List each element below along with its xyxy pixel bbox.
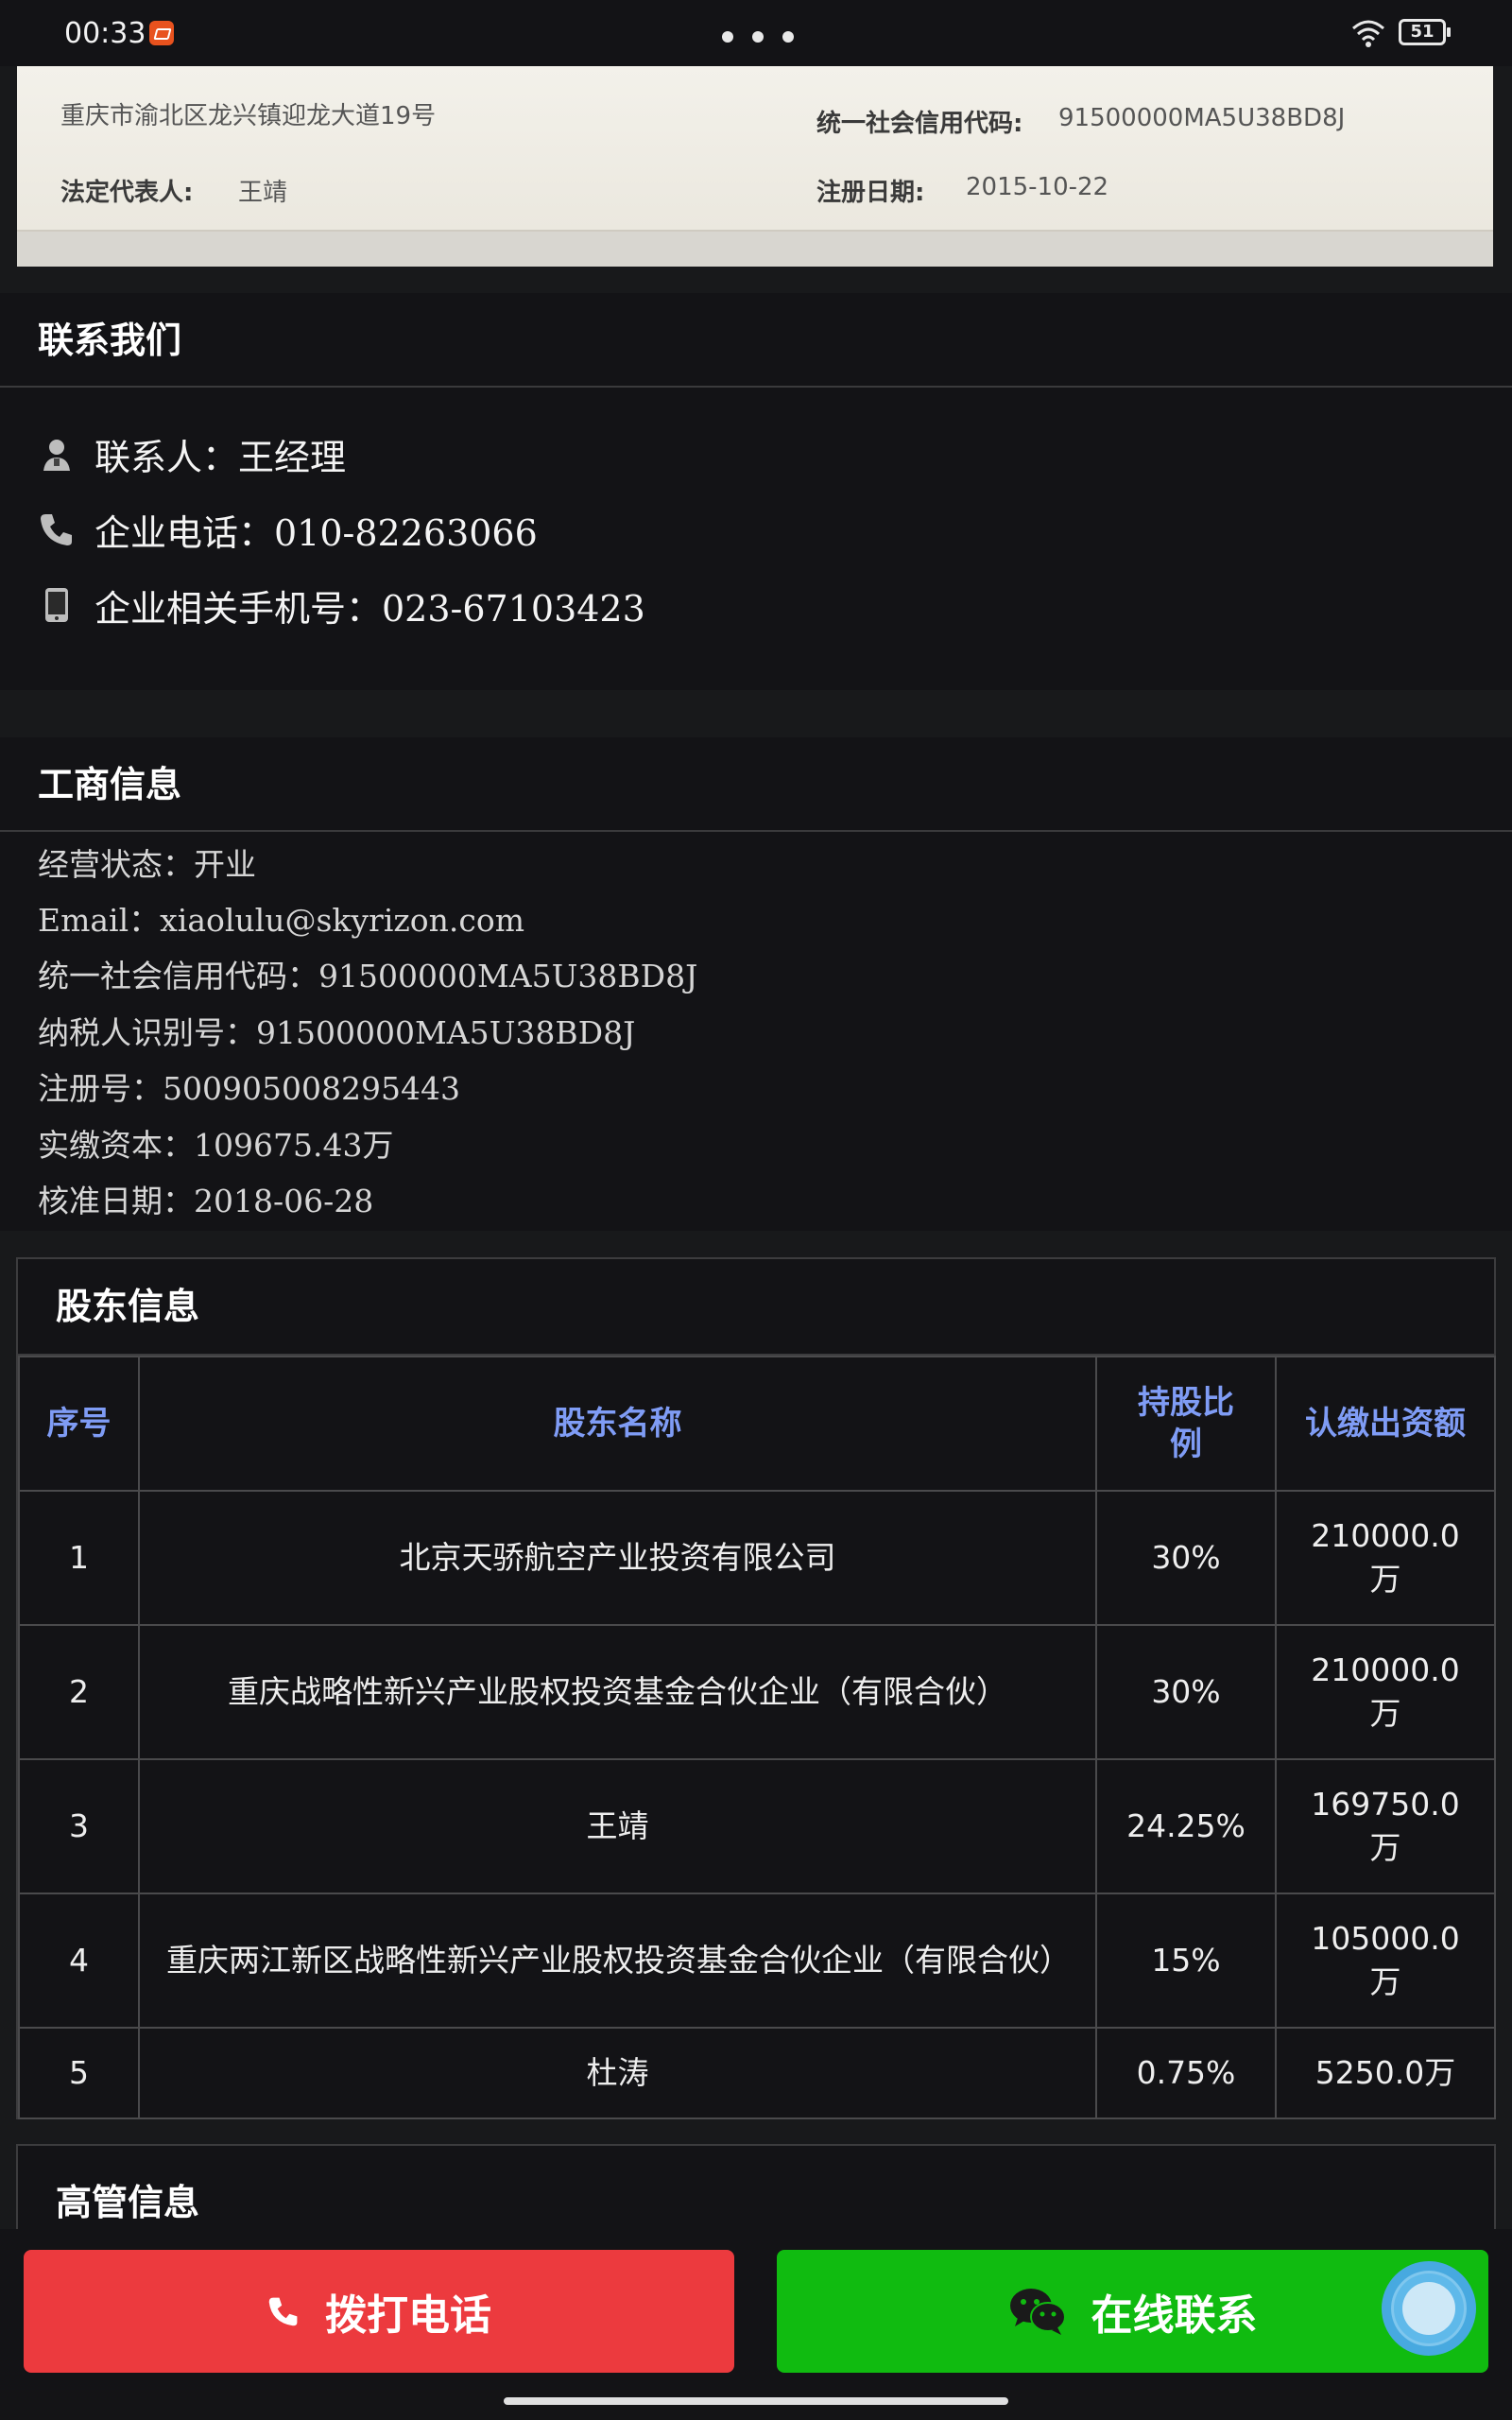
mobile-phone-icon: [45, 588, 68, 622]
info-status: 经营状态：开业: [38, 846, 256, 883]
cell-no: 2: [18, 1624, 140, 1760]
status-bar: 00:33 51: [0, 0, 1512, 66]
status-time: 00:33: [64, 17, 146, 50]
license-credit-value: 91500000MA5U38BD8J: [1058, 104, 1346, 132]
floating-assistant-button[interactable]: [1382, 2261, 1476, 2356]
table-row: 5 杜涛 0.75% 5250.0万: [18, 2027, 1496, 2119]
license-reg-date-value: 2015-10-22: [966, 173, 1109, 201]
app-notification-icon: [149, 21, 174, 45]
call-button[interactable]: 拨打电话: [24, 2250, 734, 2373]
table-row: 3 王靖 24.25% 169750.0万: [18, 1758, 1496, 1894]
wechat-icon: [1009, 2289, 1066, 2335]
table-header-row: 序号 股东名称 持股比例 认缴出资额: [18, 1356, 1496, 1492]
cell-ratio: 30%: [1095, 1490, 1277, 1626]
info-approval-date: 核准日期：2018-06-28: [38, 1183, 374, 1219]
table-row: 1 北京天骄航空产业投资有限公司 30% 210000.0万: [18, 1490, 1496, 1626]
contact-mobile-row[interactable]: 企业相关手机号：023-67103423: [38, 577, 645, 633]
cell-amount: 5250.0万: [1275, 2027, 1496, 2119]
info-reg-no: 注册号：500905008295443: [38, 1070, 460, 1107]
cell-amount: 210000.0万: [1275, 1490, 1496, 1626]
business-license-image: 重庆市渝北区龙兴镇迎龙大道19号 统一社会信用代码: 91500000MA5U3…: [17, 66, 1493, 267]
shareholder-table: 序号 股东名称 持股比例 认缴出资额 1 北京天骄航空产业投资有限公司 30% …: [18, 1356, 1496, 2119]
info-tax-id: 纳税人识别号：91500000MA5U38BD8J: [38, 1014, 636, 1051]
cell-ratio: 30%: [1095, 1624, 1277, 1760]
wifi-icon: [1352, 20, 1384, 47]
cell-ratio: 24.25%: [1095, 1758, 1277, 1894]
business-info-title: 工商信息: [38, 764, 182, 805]
business-info-section: 工商信息 经营状态：开业 Email：xiaolulu@skyrizon.com…: [0, 737, 1512, 1231]
contact-phone[interactable]: 企业电话：010-82263066: [94, 504, 538, 556]
license-legal-rep-value: 王靖: [238, 179, 288, 207]
contact-phone-row[interactable]: 企业电话：010-82263066: [38, 501, 538, 558]
contact-person: 联系人：王经理: [94, 436, 347, 478]
license-address: 重庆市渝北区龙兴镇迎龙大道19号: [60, 102, 437, 130]
phone-icon: [41, 514, 72, 545]
cell-amount: 105000.0万: [1275, 1893, 1496, 2029]
person-icon: [43, 440, 70, 471]
call-button-label: 拨打电话: [325, 2291, 491, 2340]
cell-no: 5: [18, 2027, 140, 2119]
shareholder-title: 股东信息: [56, 1286, 200, 1327]
cell-ratio: 0.75%: [1095, 2027, 1277, 2119]
info-paid-capital: 实缴资本：109675.43万: [38, 1127, 394, 1164]
shareholder-card: 股东信息 序号 股东名称 持股比例 认缴出资额 1 北京天骄航空产业投资有限公司…: [16, 1257, 1496, 2119]
col-header-name: 股东名称: [138, 1356, 1097, 1492]
phone-icon: [268, 2297, 298, 2326]
cell-name: 重庆两江新区战略性新兴产业股权投资基金合伙企业（有限合伙）: [138, 1893, 1097, 2029]
battery-icon: 51: [1399, 19, 1451, 45]
contact-title: 联系我们: [38, 320, 182, 361]
license-legal-rep-label: 法定代表人:: [60, 179, 194, 207]
contact-section: 联系我们 联系人：王经理 企业电话：010-82263066 企业相关手机号：0…: [0, 293, 1512, 690]
col-header-ratio: 持股比例: [1095, 1356, 1277, 1492]
more-dots-icon[interactable]: [722, 28, 813, 46]
cell-no: 1: [18, 1490, 140, 1626]
contact-person-row: 联系人：王经理: [38, 425, 346, 482]
cell-no: 4: [18, 1893, 140, 2029]
cell-no: 3: [18, 1758, 140, 1894]
cell-amount: 210000.0万: [1275, 1624, 1496, 1760]
license-reg-date-label: 注册日期:: [816, 179, 925, 207]
info-email: Email：xiaolulu@skyrizon.com: [38, 902, 525, 939]
license-paper: 重庆市渝北区龙兴镇迎龙大道19号 统一社会信用代码: 91500000MA5U3…: [17, 66, 1493, 232]
table-row: 2 重庆战略性新兴产业股权投资基金合伙企业（有限合伙） 30% 210000.0…: [18, 1624, 1496, 1760]
cell-name: 王靖: [138, 1758, 1097, 1894]
cell-name: 杜涛: [138, 2027, 1097, 2119]
home-indicator[interactable]: [504, 2397, 1008, 2405]
online-contact-label: 在线联系: [1091, 2291, 1258, 2340]
contact-mobile[interactable]: 企业相关手机号：023-67103423: [94, 579, 645, 631]
col-header-no: 序号: [18, 1356, 140, 1492]
cell-name: 北京天骄航空产业投资有限公司: [138, 1490, 1097, 1626]
page: 00:33 51 重庆市渝北区龙兴镇迎龙大道19号 统一社会信用代码: 9150…: [0, 0, 1512, 2420]
cell-name: 重庆战略性新兴产业股权投资基金合伙企业（有限合伙）: [138, 1624, 1097, 1760]
table-row: 4 重庆两江新区战略性新兴产业股权投资基金合伙企业（有限合伙） 15% 1050…: [18, 1893, 1496, 2029]
info-credit-code: 统一社会信用代码：91500000MA5U38BD8J: [38, 958, 698, 994]
cell-ratio: 15%: [1095, 1893, 1277, 2029]
bottom-action-bar: 拨打电话 在线联系: [0, 2229, 1512, 2390]
license-credit-label: 统一社会信用代码:: [816, 110, 1023, 138]
cell-amount: 169750.0万: [1275, 1758, 1496, 1894]
col-header-amount: 认缴出资额: [1275, 1356, 1496, 1492]
